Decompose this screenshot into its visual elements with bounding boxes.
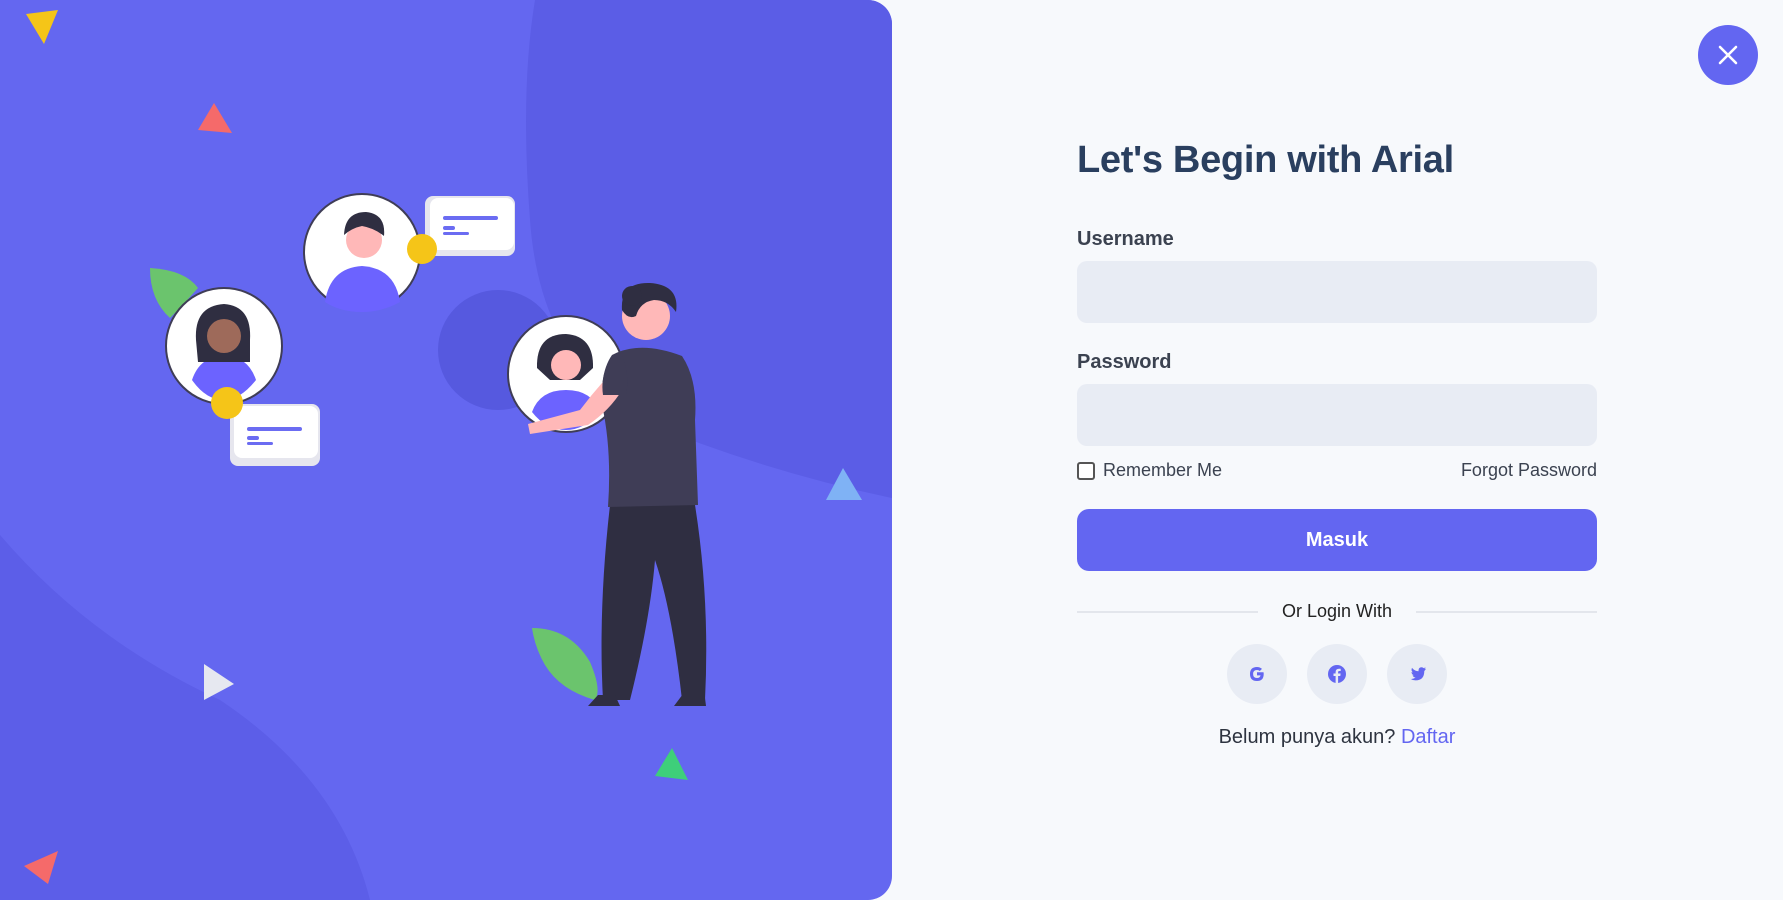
- social-login: [1077, 644, 1597, 704]
- username-input[interactable]: [1077, 261, 1597, 323]
- password-input[interactable]: [1077, 384, 1597, 446]
- or-login-divider: Or Login With: [1077, 601, 1598, 622]
- onboarding-illustration: [0, 0, 892, 900]
- or-login-text: Or Login With: [1281, 601, 1393, 621]
- triangle-green: [655, 748, 688, 780]
- register-link[interactable]: Daftar: [1401, 726, 1455, 748]
- remember-row: Remember Me Forgot Password: [1077, 460, 1597, 481]
- username-label: Username: [1077, 228, 1174, 250]
- register-prompt: Belum punya akun? Daftar: [1077, 726, 1597, 749]
- password-label: Password: [1077, 351, 1172, 373]
- page-title: Let's Begin with Arial: [1077, 139, 1454, 181]
- remember-me-checkbox[interactable]: [1077, 461, 1095, 480]
- close-icon: [1718, 45, 1738, 65]
- twitter-login-button[interactable]: [1387, 644, 1447, 704]
- divider-line-left: [1077, 610, 1258, 613]
- avatar-card-woman: [165, 287, 320, 466]
- facebook-icon: [1328, 665, 1346, 683]
- facebook-login-button[interactable]: [1307, 644, 1367, 704]
- remember-me[interactable]: Remember Me: [1077, 460, 1222, 481]
- triangle-red-top: [198, 103, 232, 133]
- triangle-white: [204, 664, 234, 700]
- google-login-button[interactable]: [1227, 644, 1287, 704]
- google-icon: [1250, 667, 1264, 681]
- twitter-icon: [1410, 667, 1426, 681]
- close-button[interactable]: [1698, 25, 1758, 85]
- triangle-yellow: [26, 10, 58, 44]
- login-form: Let's Begin with Arial Username Password…: [1077, 130, 1598, 749]
- login-button[interactable]: Masuk: [1077, 509, 1597, 571]
- remember-me-label: Remember Me: [1103, 460, 1223, 480]
- forgot-password-link[interactable]: Forgot Password: [1461, 460, 1597, 481]
- illustration-panel: [0, 0, 892, 900]
- divider-line-right: [1416, 610, 1598, 613]
- register-prompt-text: Belum punya akun?: [1218, 726, 1396, 748]
